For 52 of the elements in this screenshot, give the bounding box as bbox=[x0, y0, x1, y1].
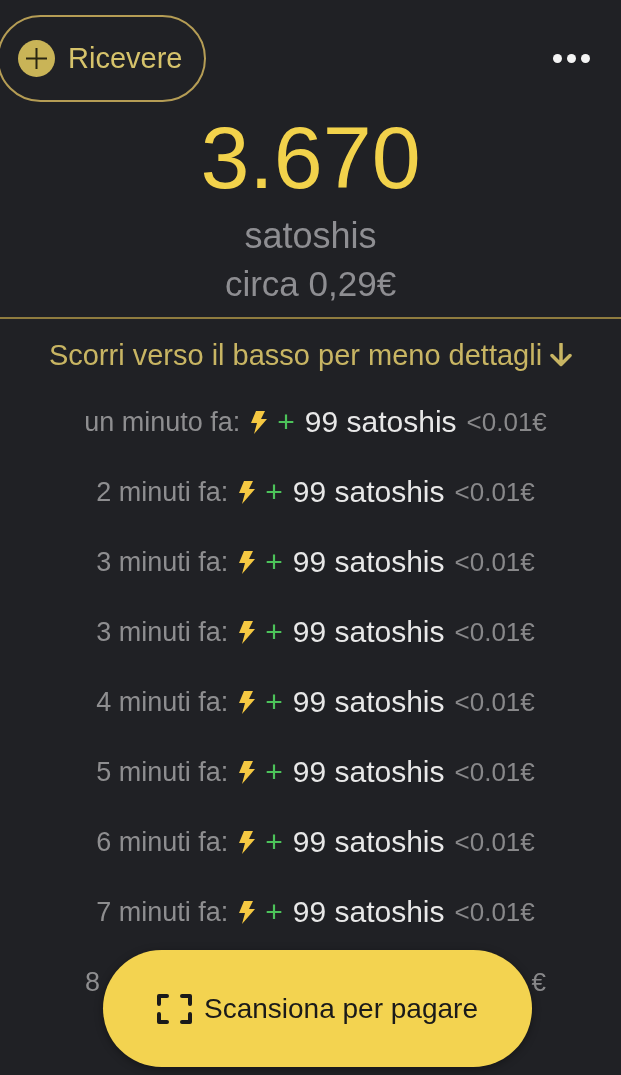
incoming-sign: + bbox=[265, 897, 283, 927]
transaction-fiat: <0.01€ bbox=[454, 477, 535, 507]
menu-icon[interactable] bbox=[553, 54, 590, 63]
transaction-time: 5 minuti fa: bbox=[96, 757, 229, 787]
transaction-fiat: € bbox=[531, 967, 546, 997]
incoming-sign: + bbox=[277, 407, 295, 437]
incoming-sign: + bbox=[265, 827, 283, 857]
lightning-icon bbox=[238, 480, 256, 504]
receive-button[interactable]: Ricevere bbox=[0, 15, 207, 102]
scroll-hint: Scorri verso il basso per meno dettagli bbox=[48, 340, 543, 370]
transaction-amount: 99 satoshis bbox=[292, 757, 445, 787]
plus-circle-icon bbox=[18, 40, 55, 77]
transaction-amount: 99 satoshis bbox=[304, 407, 457, 437]
incoming-sign: + bbox=[265, 617, 283, 647]
scan-to-pay-button[interactable]: Scansiona per pagare bbox=[103, 950, 532, 1067]
lightning-icon bbox=[238, 760, 256, 784]
transaction-amount: 99 satoshis bbox=[292, 687, 445, 717]
lightning-icon bbox=[238, 550, 256, 574]
transaction-time: 8 bbox=[85, 967, 101, 997]
lightning-icon bbox=[238, 830, 256, 854]
transaction-fiat: <0.01€ bbox=[454, 827, 535, 857]
incoming-sign: + bbox=[265, 547, 283, 577]
transaction-amount: 99 satoshis bbox=[292, 897, 445, 927]
balance-amount: 3.670 bbox=[200, 114, 421, 202]
transaction-amount: 99 satoshis bbox=[292, 477, 445, 507]
transaction-time: 4 minuti fa: bbox=[96, 687, 229, 717]
transaction-fiat: <0.01€ bbox=[454, 897, 535, 927]
incoming-sign: + bbox=[265, 687, 283, 717]
transaction-amount: 99 satoshis bbox=[292, 617, 445, 647]
transaction-fiat: <0.01€ bbox=[454, 617, 535, 647]
incoming-sign: + bbox=[265, 477, 283, 507]
arrow-down-icon bbox=[550, 343, 573, 367]
transaction-time: 2 minuti fa: bbox=[96, 477, 229, 507]
incoming-sign: + bbox=[265, 757, 283, 787]
balance-unit: satoshis bbox=[244, 218, 377, 254]
transaction-time: 7 minuti fa: bbox=[96, 897, 229, 927]
transaction-amount: 99 satoshis bbox=[292, 827, 445, 857]
transaction-time: 6 minuti fa: bbox=[96, 827, 229, 857]
transaction-time: 3 minuti fa: bbox=[96, 617, 229, 647]
lightning-icon bbox=[238, 900, 256, 924]
transaction-fiat: <0.01€ bbox=[454, 757, 535, 787]
lightning-icon bbox=[250, 410, 268, 434]
transaction-fiat: <0.01€ bbox=[454, 547, 535, 577]
lightning-icon bbox=[238, 690, 256, 714]
transaction-time: 3 minuti fa: bbox=[96, 547, 229, 577]
transaction-time: un minuto fa: bbox=[84, 407, 241, 437]
lightning-icon bbox=[238, 620, 256, 644]
scan-icon bbox=[157, 993, 192, 1024]
fiat-balance: circa 0,29€ bbox=[224, 266, 397, 301]
transaction-amount: 99 satoshis bbox=[292, 547, 445, 577]
transaction-fiat: <0.01€ bbox=[466, 407, 547, 437]
transaction-fiat: <0.01€ bbox=[454, 687, 535, 717]
